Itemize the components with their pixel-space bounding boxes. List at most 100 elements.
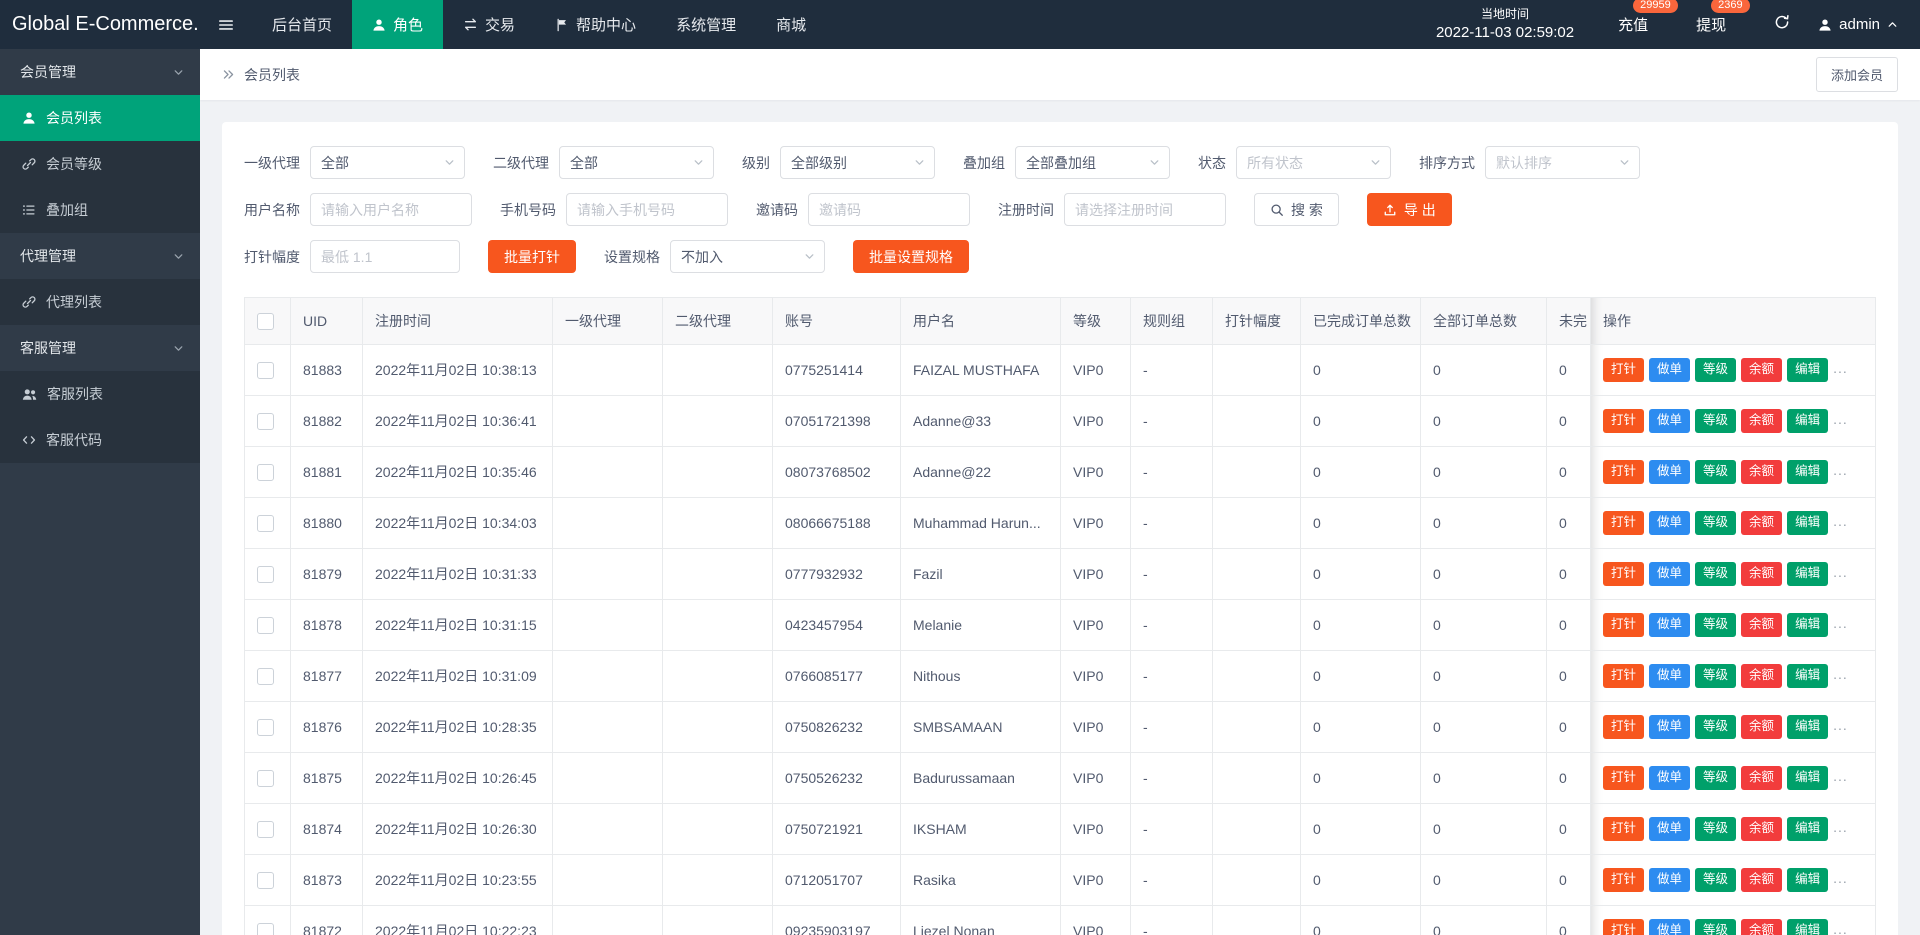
row-checkbox[interactable]	[257, 872, 274, 889]
balance-button[interactable]: 余额	[1741, 766, 1782, 790]
spec-select[interactable]: 不加入	[670, 240, 825, 273]
row-checkbox[interactable]	[257, 464, 274, 481]
sidebar-item-agent-list[interactable]: 代理列表	[0, 279, 200, 325]
export-button[interactable]: 导 出	[1367, 193, 1452, 226]
inject-button[interactable]: 打针	[1603, 766, 1644, 790]
more-actions-button[interactable]: ...	[1833, 921, 1848, 935]
more-actions-button[interactable]: ...	[1833, 870, 1848, 886]
sidebar-group-service-management[interactable]: 客服管理	[0, 325, 200, 371]
make-order-button[interactable]: 做单	[1649, 919, 1690, 935]
edit-button[interactable]: 编辑	[1787, 868, 1828, 892]
inject-button[interactable]: 打针	[1603, 409, 1644, 433]
user-menu[interactable]: admin	[1818, 16, 1898, 33]
level-select[interactable]: 全部级别	[780, 146, 935, 179]
inject-button[interactable]: 打针	[1603, 817, 1644, 841]
topnav-item-system[interactable]: 系统管理	[656, 0, 756, 49]
more-actions-button[interactable]: ...	[1833, 717, 1848, 733]
collapse-sidebar-button[interactable]	[200, 0, 252, 49]
more-actions-button[interactable]: ...	[1833, 360, 1848, 376]
more-actions-button[interactable]: ...	[1833, 819, 1848, 835]
refresh-button[interactable]	[1774, 14, 1790, 35]
sidebar-item-service-code[interactable]: 客服代码	[0, 417, 200, 463]
inject-button[interactable]: 打针	[1603, 868, 1644, 892]
inject-button[interactable]: 打针	[1603, 919, 1644, 935]
topnav-item-roles[interactable]: 角色	[352, 0, 443, 49]
add-member-button[interactable]: 添加会员	[1816, 57, 1898, 92]
agent2-select[interactable]: 全部	[559, 146, 714, 179]
batch-injection-button[interactable]: 批量打针	[488, 240, 576, 273]
make-order-button[interactable]: 做单	[1649, 715, 1690, 739]
more-actions-button[interactable]: ...	[1833, 513, 1848, 529]
balance-button[interactable]: 余额	[1741, 460, 1782, 484]
status-select[interactable]: 所有状态	[1236, 146, 1391, 179]
row-checkbox[interactable]	[257, 413, 274, 430]
overlay-group-select[interactable]: 全部叠加组	[1015, 146, 1170, 179]
more-actions-button[interactable]: ...	[1833, 462, 1848, 478]
batch-spec-button[interactable]: 批量设置规格	[853, 240, 969, 273]
edit-button[interactable]: 编辑	[1787, 409, 1828, 433]
level-button[interactable]: 等级	[1695, 664, 1736, 688]
edit-button[interactable]: 编辑	[1787, 715, 1828, 739]
make-order-button[interactable]: 做单	[1649, 409, 1690, 433]
make-order-button[interactable]: 做单	[1649, 562, 1690, 586]
balance-button[interactable]: 余额	[1741, 562, 1782, 586]
more-actions-button[interactable]: ...	[1833, 615, 1848, 631]
search-button[interactable]: 搜 索	[1254, 193, 1339, 226]
balance-button[interactable]: 余额	[1741, 511, 1782, 535]
level-button[interactable]: 等级	[1695, 613, 1736, 637]
inject-button[interactable]: 打针	[1603, 511, 1644, 535]
inject-button[interactable]: 打针	[1603, 562, 1644, 586]
username-input[interactable]	[310, 193, 472, 226]
more-actions-button[interactable]: ...	[1833, 768, 1848, 784]
topnav-item-trade[interactable]: 交易	[443, 0, 535, 49]
level-button[interactable]: 等级	[1695, 460, 1736, 484]
agent1-select[interactable]: 全部	[310, 146, 465, 179]
balance-button[interactable]: 余额	[1741, 358, 1782, 382]
edit-button[interactable]: 编辑	[1787, 919, 1828, 935]
topnav-item-mall[interactable]: 商城	[756, 0, 826, 49]
edit-button[interactable]: 编辑	[1787, 664, 1828, 688]
edit-button[interactable]: 编辑	[1787, 562, 1828, 586]
level-button[interactable]: 等级	[1695, 409, 1736, 433]
balance-button[interactable]: 余额	[1741, 868, 1782, 892]
make-order-button[interactable]: 做单	[1649, 511, 1690, 535]
make-order-button[interactable]: 做单	[1649, 817, 1690, 841]
row-checkbox[interactable]	[257, 668, 274, 685]
row-checkbox[interactable]	[257, 770, 274, 787]
row-checkbox[interactable]	[257, 719, 274, 736]
edit-button[interactable]: 编辑	[1787, 460, 1828, 484]
sidebar-item-service-list[interactable]: 客服列表	[0, 371, 200, 417]
make-order-button[interactable]: 做单	[1649, 613, 1690, 637]
sidebar-item-member-level[interactable]: 会员等级	[0, 141, 200, 187]
make-order-button[interactable]: 做单	[1649, 664, 1690, 688]
recharge-button[interactable]: 充值 29959	[1618, 14, 1648, 35]
inject-button[interactable]: 打针	[1603, 613, 1644, 637]
more-actions-button[interactable]: ...	[1833, 666, 1848, 682]
topnav-item-dashboard[interactable]: 后台首页	[252, 0, 352, 49]
inject-button[interactable]: 打针	[1603, 460, 1644, 484]
level-button[interactable]: 等级	[1695, 868, 1736, 892]
inject-button[interactable]: 打针	[1603, 664, 1644, 688]
balance-button[interactable]: 余额	[1741, 817, 1782, 841]
make-order-button[interactable]: 做单	[1649, 358, 1690, 382]
level-button[interactable]: 等级	[1695, 817, 1736, 841]
row-checkbox[interactable]	[257, 923, 274, 935]
edit-button[interactable]: 编辑	[1787, 766, 1828, 790]
make-order-button[interactable]: 做单	[1649, 460, 1690, 484]
edit-button[interactable]: 编辑	[1787, 613, 1828, 637]
balance-button[interactable]: 余额	[1741, 613, 1782, 637]
balance-button[interactable]: 余额	[1741, 919, 1782, 935]
level-button[interactable]: 等级	[1695, 562, 1736, 586]
invite-code-input[interactable]	[808, 193, 970, 226]
balance-button[interactable]: 余额	[1741, 409, 1782, 433]
balance-button[interactable]: 余额	[1741, 715, 1782, 739]
sidebar-item-overlay-group[interactable]: 叠加组	[0, 187, 200, 233]
level-button[interactable]: 等级	[1695, 358, 1736, 382]
level-button[interactable]: 等级	[1695, 511, 1736, 535]
edit-button[interactable]: 编辑	[1787, 511, 1828, 535]
edit-button[interactable]: 编辑	[1787, 358, 1828, 382]
row-checkbox[interactable]	[257, 566, 274, 583]
balance-button[interactable]: 余额	[1741, 664, 1782, 688]
more-actions-button[interactable]: ...	[1833, 411, 1848, 427]
reg-time-input[interactable]	[1064, 193, 1226, 226]
